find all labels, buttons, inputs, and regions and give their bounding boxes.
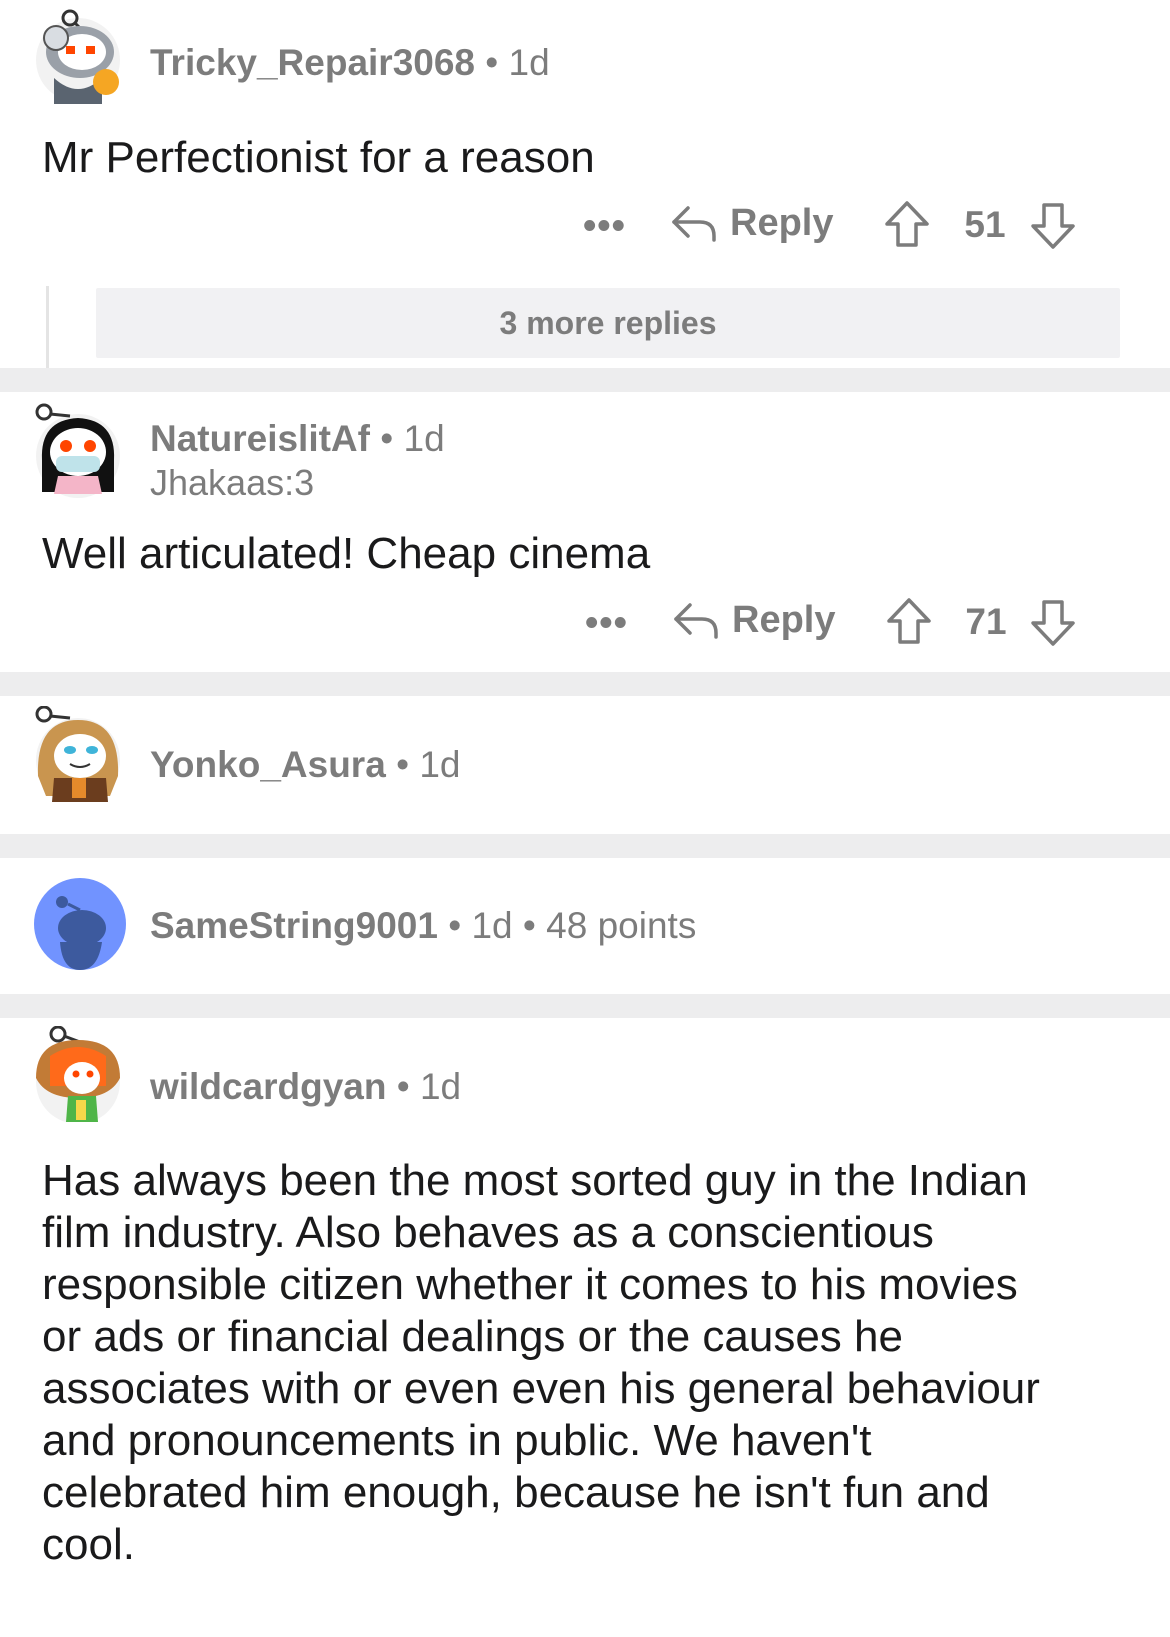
meta-separator: •	[396, 1066, 410, 1107]
meta-separator: •	[522, 905, 536, 946]
more-options-icon[interactable]: •••	[583, 205, 626, 248]
default-avatar-icon[interactable]	[32, 876, 128, 972]
downvote-icon[interactable]	[1030, 599, 1076, 647]
comment-age: 1d	[419, 744, 461, 785]
reply-button[interactable]: Reply	[730, 202, 833, 245]
reply-arrow-icon[interactable]	[672, 597, 720, 645]
meta-separator: •	[485, 42, 499, 83]
username[interactable]: Tricky_Repair3068 • 1d	[150, 42, 550, 84]
vote-score: 71	[965, 601, 1007, 642]
downvote-icon[interactable]	[1030, 202, 1076, 250]
upvote-icon[interactable]	[884, 200, 930, 248]
upvote-icon[interactable]	[886, 597, 932, 645]
user-avatar[interactable]	[30, 402, 126, 498]
user-flair: Jhakaas:3	[150, 462, 315, 503]
comment-separator	[0, 672, 1170, 696]
user-avatar[interactable]	[30, 1026, 126, 1122]
meta-separator: •	[448, 905, 462, 946]
reply-arrow-icon[interactable]	[670, 200, 718, 248]
username[interactable]: SameString9001 • 1d • 48 points	[150, 905, 696, 947]
username-text[interactable]: Yonko_Asura	[150, 744, 386, 785]
username-text[interactable]: SameString9001	[150, 905, 438, 946]
user-avatar[interactable]	[30, 706, 126, 802]
comment-separator	[0, 368, 1170, 392]
more-options-icon[interactable]: •••	[585, 602, 628, 645]
comment-body: Has always been the most sorted guy in t…	[42, 1156, 1040, 1569]
reply-button[interactable]: Reply	[732, 599, 835, 642]
comment-age: 1d	[403, 418, 445, 459]
meta-separator: •	[396, 744, 410, 785]
username-text[interactable]: Tricky_Repair3068	[150, 42, 475, 83]
comment-separator	[0, 834, 1170, 858]
username[interactable]: NatureislitAf • 1d	[150, 418, 445, 460]
username[interactable]: wildcardgyan • 1d	[150, 1066, 461, 1108]
meta-separator: •	[380, 418, 394, 459]
username-text[interactable]: NatureislitAf	[150, 418, 370, 459]
comment-age: 1d	[471, 905, 513, 946]
comment-age: 1d	[419, 1066, 462, 1107]
comment-body: Mr Perfectionist for a reason	[42, 133, 595, 182]
user-avatar[interactable]	[30, 8, 126, 104]
comment-age: 1d	[508, 42, 550, 83]
username-text[interactable]: wildcardgyan	[150, 1066, 386, 1107]
comment-body: Well articulated! Cheap cinema	[42, 529, 651, 578]
comment-points: 48 points	[546, 905, 697, 946]
more-replies-button[interactable]: 3 more replies	[96, 288, 1120, 358]
vote-score: 51	[964, 204, 1006, 245]
username[interactable]: Yonko_Asura • 1d	[150, 744, 460, 786]
comment-separator	[0, 994, 1170, 1018]
